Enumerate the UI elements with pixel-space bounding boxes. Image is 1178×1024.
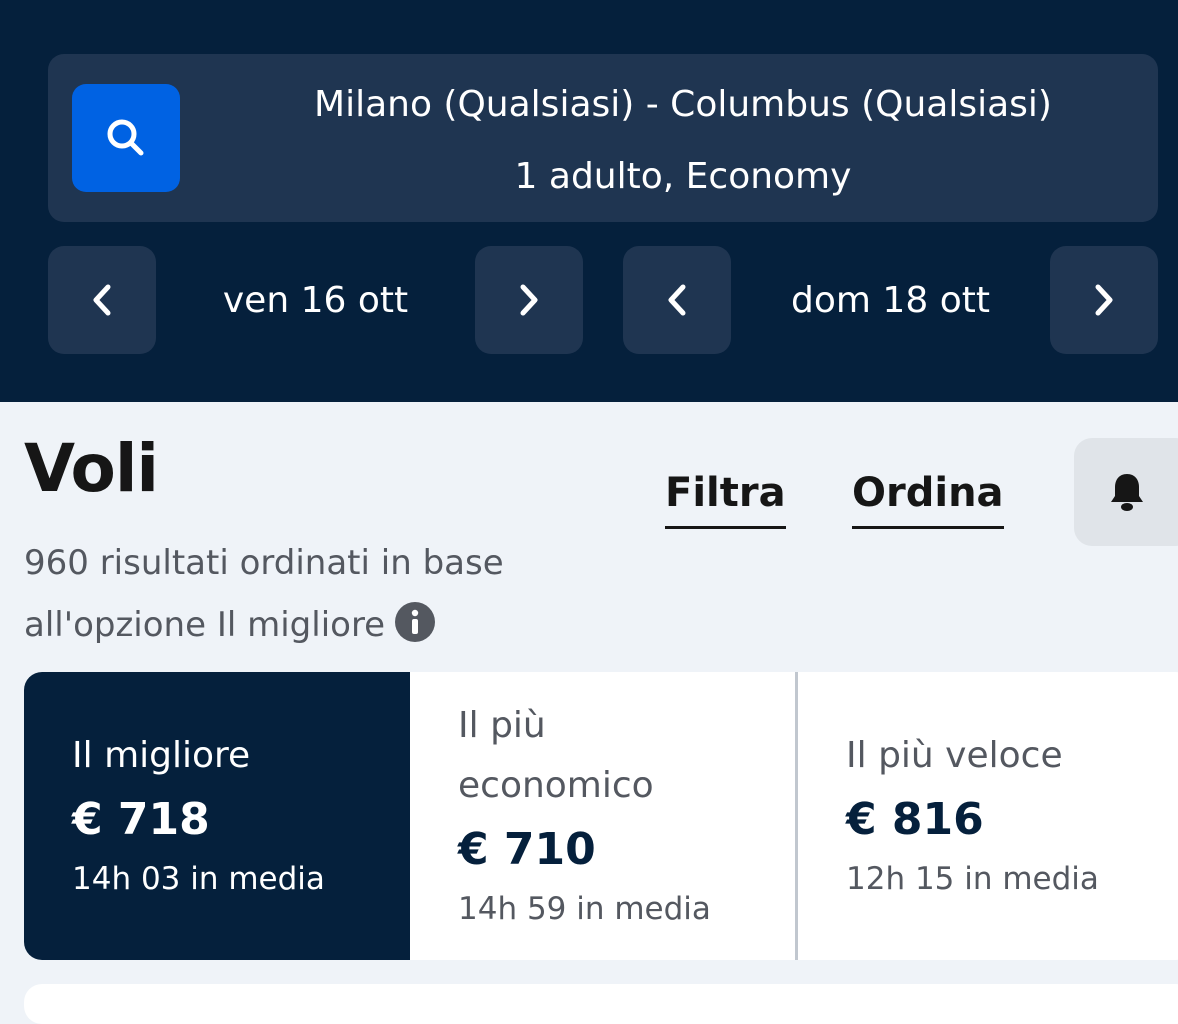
chevron-left-icon — [668, 284, 686, 316]
results-summary: 960 risultati ordinati in base all'opzio… — [24, 532, 584, 662]
sort-tab-label: Il più veloce — [846, 735, 1063, 776]
results-summary-line2: all'opzione Il migliore — [24, 605, 386, 645]
results-summary-line1: 960 risultati ordinati in base — [24, 543, 504, 583]
route-text: Milano (Qualsiasi) - Columbus (Qualsiasi… — [314, 84, 1052, 125]
results-summary-line2-wrap: all'opzione Il migliore — [24, 594, 584, 662]
sort-tab-label: Il migliore — [72, 735, 251, 776]
chevron-right-icon — [1095, 284, 1113, 316]
sort-options: Il migliore € 718 14h 03 in media Il più… — [24, 672, 1178, 960]
sort-tab-duration: 12h 15 in media — [846, 861, 1099, 897]
search-summary[interactable]: Milano (Qualsiasi) - Columbus (Qualsiasi… — [48, 54, 1158, 222]
sort-tab-price: € 718 — [72, 794, 210, 845]
sort-tab-label-line2: economico — [458, 765, 654, 806]
sort-tab-duration: 14h 59 in media — [458, 891, 711, 927]
passengers-text: 1 adulto, Economy — [514, 156, 852, 197]
chevron-left-icon — [93, 284, 111, 316]
outbound-next-button[interactable] — [475, 246, 583, 354]
sort-tab-cheapest[interactable]: Il più economico € 710 14h 59 in media — [410, 672, 798, 960]
sort-tab-fastest[interactable]: Il più veloce € 816 12h 15 in media — [798, 672, 1178, 960]
sort-tab-best[interactable]: Il migliore € 718 14h 03 in media — [24, 672, 410, 960]
return-prev-button[interactable] — [623, 246, 731, 354]
sort-button[interactable]: Ordina — [852, 470, 1004, 529]
sort-tab-price: € 710 — [458, 824, 596, 875]
sort-tab-label-line1: Il più — [458, 705, 546, 746]
bell-icon — [1111, 474, 1143, 511]
return-date[interactable]: dom 18 ott — [731, 246, 1050, 354]
chevron-right-icon — [520, 284, 538, 316]
sort-tab-duration: 14h 03 in media — [72, 861, 325, 897]
search-button[interactable] — [72, 84, 180, 192]
page-title: Voli — [24, 430, 159, 507]
search-icon — [107, 119, 144, 156]
search-header: Milano (Qualsiasi) - Columbus (Qualsiasi… — [0, 0, 1178, 402]
outbound-prev-button[interactable] — [48, 246, 156, 354]
result-card[interactable] — [24, 984, 1178, 1024]
sort-tab-price: € 816 — [846, 794, 984, 845]
price-alert-button[interactable] — [1074, 438, 1178, 546]
return-next-button[interactable] — [1050, 246, 1158, 354]
outbound-date[interactable]: ven 16 ott — [156, 246, 475, 354]
info-icon[interactable] — [395, 600, 436, 662]
filter-button[interactable]: Filtra — [665, 470, 786, 529]
date-selector: ven 16 ott dom 18 ott — [48, 246, 1158, 354]
